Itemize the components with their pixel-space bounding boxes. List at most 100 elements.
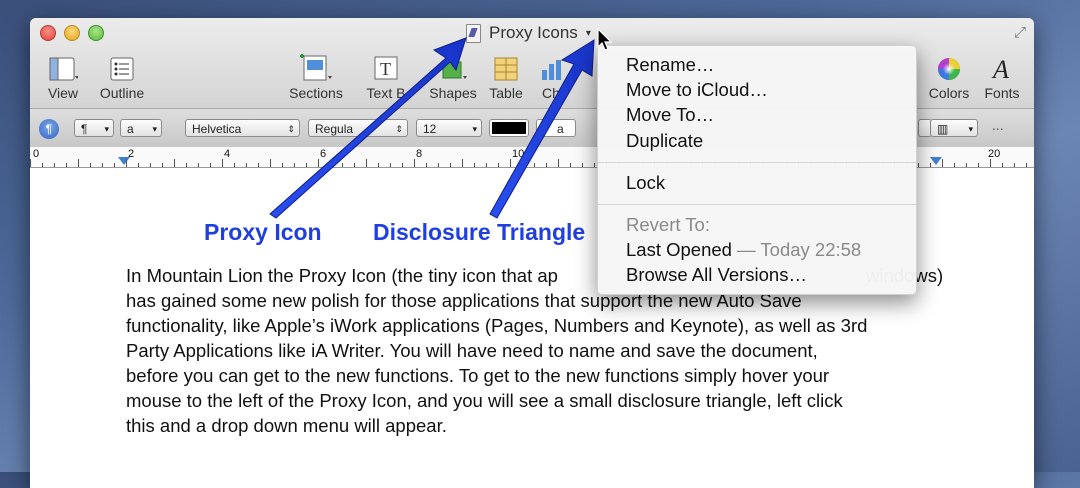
ruler-tick xyxy=(198,163,199,167)
toolbar-shapes-button[interactable]: Shapes xyxy=(426,54,480,101)
menu-item-last-opened[interactable]: Last Opened — Today 22:58 xyxy=(626,239,861,261)
stepper-icon: ⇕ xyxy=(287,124,295,134)
menu-separator xyxy=(598,204,916,205)
outline-icon xyxy=(96,54,148,82)
font-style-popup[interactable]: Regula ⇕ xyxy=(308,119,408,137)
ruler-tick xyxy=(378,163,379,167)
ruler-tick xyxy=(66,163,67,167)
menu-item-move-to-icloud[interactable]: Move to iCloud… xyxy=(626,79,768,101)
more-icon[interactable]: ... xyxy=(992,117,1004,133)
zoom-button[interactable] xyxy=(88,25,104,41)
ruler-tick xyxy=(510,159,511,167)
ruler-tick xyxy=(246,163,247,167)
paragraph-styles-button[interactable]: ¶ xyxy=(39,119,59,139)
columns-popup[interactable]: ▥ ▾ xyxy=(930,119,978,137)
toolbar-colors-button[interactable]: Colors xyxy=(926,54,972,101)
toolbar-textbox-button[interactable]: T Text B xyxy=(355,54,417,101)
minimize-button[interactable] xyxy=(64,25,80,41)
ruler-number: 0 xyxy=(33,148,40,160)
ruler-tick xyxy=(978,163,979,167)
ruler-tick xyxy=(54,163,55,167)
menu-item-duplicate[interactable]: Duplicate xyxy=(626,130,703,152)
ruler-tick xyxy=(342,163,343,167)
ruler-tick xyxy=(210,163,211,167)
fullscreen-icon[interactable]: ⤢ xyxy=(1014,24,1026,41)
sections-icon xyxy=(286,54,346,82)
text-background-well[interactable]: a xyxy=(536,119,576,137)
ruler-tick xyxy=(138,163,139,167)
ruler-tick xyxy=(150,163,151,167)
character-style-popup[interactable]: a ▾ xyxy=(120,119,162,137)
ruler-tick xyxy=(390,163,391,167)
ruler-tick xyxy=(486,163,487,167)
ruler-tick xyxy=(174,159,175,167)
menu-separator xyxy=(598,162,916,163)
ruler-tick xyxy=(438,163,439,167)
ruler-tick xyxy=(306,163,307,167)
ruler-number: 10 xyxy=(512,148,525,160)
paragraph-style-popup[interactable]: ¶ ▾ xyxy=(74,119,114,137)
ruler-tick xyxy=(30,159,31,167)
shapes-icon xyxy=(426,54,480,82)
ruler-tick xyxy=(558,159,559,167)
charts-icon xyxy=(536,54,566,82)
ruler-tick xyxy=(450,163,451,167)
ruler-tick xyxy=(102,163,103,167)
body-line: functionality, like Apple’s iWork applic… xyxy=(126,315,868,336)
svg-text:T: T xyxy=(380,59,391,79)
ruler-tick xyxy=(918,163,919,167)
table-icon xyxy=(486,54,526,82)
disclosure-triangle-callout: Disclosure Triangle xyxy=(373,219,586,245)
columns-icon: ▥ xyxy=(937,122,949,136)
ruler-tick xyxy=(234,163,235,167)
ruler-tick xyxy=(546,163,547,167)
ruler-tick xyxy=(366,159,367,167)
body-line: Party Applications like iA Writer. You w… xyxy=(126,340,818,361)
toolbar-fonts-button[interactable]: A Fonts xyxy=(980,54,1024,101)
toolbar-table-button[interactable]: Table xyxy=(486,54,526,101)
proxy-icon-menu: Rename… Move to iCloud… Move To… Duplica… xyxy=(597,45,917,295)
ruler-tick xyxy=(534,163,535,167)
close-button[interactable] xyxy=(40,25,56,41)
ruler-tick xyxy=(78,159,79,167)
window-title: Proxy Icons ▾ xyxy=(466,22,591,44)
proxy-icon-callout: Proxy Icon xyxy=(204,219,322,245)
ruler-tick xyxy=(1026,163,1027,167)
font-family-popup[interactable]: Helvetica ⇕ xyxy=(185,119,300,137)
window-title-text: Proxy Icons xyxy=(489,23,578,42)
toolbar-charts-button[interactable]: Ch xyxy=(536,54,566,101)
view-icon xyxy=(44,54,82,82)
ruler-tick xyxy=(1014,163,1015,167)
toolbar-sections-button[interactable]: Sections xyxy=(286,54,346,101)
ruler-tick xyxy=(282,163,283,167)
text-color-well[interactable] xyxy=(489,119,529,137)
ruler-tick xyxy=(426,163,427,167)
font-size-combo[interactable]: 12 ▾ xyxy=(416,119,482,137)
disclosure-triangle-icon[interactable]: ▾ xyxy=(586,28,591,39)
ruler-tick xyxy=(966,163,967,167)
ruler-tick xyxy=(126,159,127,167)
textbox-icon: T xyxy=(355,54,417,82)
menu-item-rename[interactable]: Rename… xyxy=(626,54,714,76)
menu-item-lock[interactable]: Lock xyxy=(626,172,665,194)
left-indent-marker[interactable] xyxy=(118,157,130,165)
proxy-document-icon[interactable] xyxy=(466,23,481,43)
mouse-cursor-icon xyxy=(597,28,613,51)
fonts-icon: A xyxy=(980,54,1024,82)
chevron-down-icon: ▾ xyxy=(968,124,973,134)
right-indent-marker[interactable] xyxy=(930,157,942,165)
ruler-tick xyxy=(270,159,271,167)
ruler-tick xyxy=(522,163,523,167)
chevron-down-icon: ▾ xyxy=(152,124,157,134)
ruler-tick xyxy=(402,163,403,167)
ruler-tick xyxy=(294,163,295,167)
menu-item-move-to[interactable]: Move To… xyxy=(626,104,714,126)
toolbar-view-button[interactable]: View xyxy=(44,54,82,101)
ruler-number: 4 xyxy=(224,148,231,160)
chevron-down-icon: ▾ xyxy=(472,124,477,134)
toolbar-outline-button[interactable]: Outline xyxy=(96,54,148,101)
ruler-tick xyxy=(258,163,259,167)
menu-item-browse-all-versions[interactable]: Browse All Versions… xyxy=(626,264,807,286)
ruler-tick xyxy=(498,163,499,167)
ruler-tick xyxy=(462,159,463,167)
